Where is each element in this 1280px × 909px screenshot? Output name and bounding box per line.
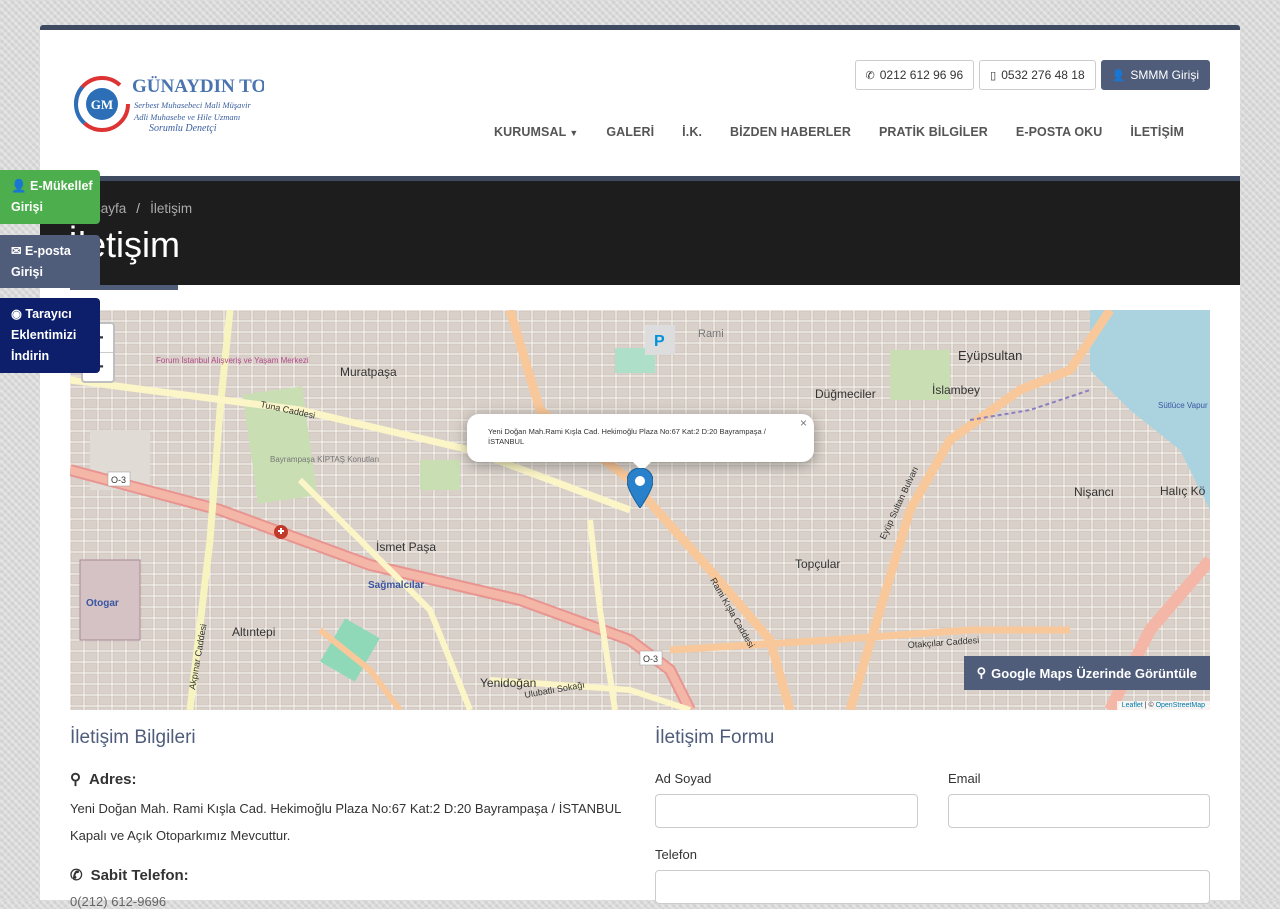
map-label-sagmalcilar: Sağmalcılar (368, 580, 424, 591)
envelope-icon: ✉ (11, 244, 25, 258)
logo-graphic: GM GÜNAYDIN TOPÇU Serbest Muhasebeci Mal… (74, 76, 264, 134)
map-label-sutluce: Sütlüce Vapur İskelesi (1158, 401, 1210, 410)
phone-input[interactable] (655, 870, 1210, 904)
email-field-label: Email (948, 771, 981, 786)
map-label-halic: Halıç Kö (1160, 484, 1206, 498)
emukellef-login-tab[interactable]: 👤 E-Mükellef Girişi (0, 170, 100, 224)
logo-line-1: Serbest Muhasebeci Mali Müşavir (134, 100, 252, 110)
map-label-o3-west: O-3 (111, 475, 126, 485)
phone-small-icon: ✆ (70, 867, 83, 884)
phone-landline-label: 0212 612 96 96 (879, 68, 964, 82)
nav-item-ik[interactable]: İ.K. (668, 125, 716, 139)
map-marker-small-icon: ⚲ (70, 771, 81, 788)
phone-mobile-button[interactable]: ▯ 0532 276 48 18 (979, 60, 1096, 90)
contact-form-title: İletişim Formu (655, 727, 775, 748)
email-input[interactable] (948, 794, 1210, 828)
page-container: GM GÜNAYDIN TOPÇU Serbest Muhasebeci Mal… (40, 25, 1240, 909)
map-popup-close-button[interactable]: × (800, 417, 807, 429)
smmm-login-button[interactable]: 👤 SMMM Girişi (1100, 60, 1210, 90)
map-popup-text: Yeni Doğan Mah.Rami Kışla Cad. Hekimoğlu… (488, 427, 766, 446)
user-icon: 👤 (11, 179, 31, 193)
phone-field-label: Telefon (655, 847, 697, 862)
smmm-login-label: SMMM Girişi (1130, 68, 1199, 82)
nav-item-kurumsal[interactable]: KURUMSAL ▼ (480, 125, 592, 139)
map-marker-icon[interactable] (626, 467, 654, 513)
name-input[interactable] (655, 794, 918, 828)
address-text: Yeni Doğan Mah. Rami Kışla Cad. Hekimoğl… (70, 801, 622, 816)
map-label-nisanci: Nişancı (1074, 485, 1114, 499)
user-icon: 👤 (1111, 69, 1126, 82)
osm-link[interactable]: OpenStreetMap (1156, 702, 1205, 709)
location-map[interactable]: Eyüpsultan Muratpaşa Düğmeciler İslambey… (70, 310, 1210, 710)
contact-info-title: İletişim Bilgileri (70, 727, 196, 748)
map-attribution: Leaflet | © OpenStreetMap (1116, 701, 1210, 710)
caret-down-icon: ▼ (569, 128, 579, 138)
map-label-ismet-pasa: İsmet Paşa (376, 540, 436, 554)
page-title-band: Anasayfa/İletişim İletişim (40, 176, 1240, 290)
map-pin-icon: ⚲ (976, 665, 987, 680)
map-label-o3-south: O-3 (643, 654, 658, 664)
nav-item-iletisim[interactable]: İLETİŞİM (1116, 125, 1198, 139)
mobile-phone-icon: ▯ (990, 69, 997, 82)
logo-title: GÜNAYDIN TOPÇU (132, 76, 264, 97)
landline-value: 0(212) 612-9696 (70, 894, 167, 909)
name-field-label: Ad Soyad (655, 771, 712, 786)
map-label-eyupsultan: Eyüpsultan (958, 348, 1022, 363)
address-label: ⚲ Adres: (70, 770, 137, 789)
nav-item-eposta-oku[interactable]: E-POSTA OKU (1002, 125, 1117, 139)
parking-note: Kapalı ve Açık Otoparkımız Mevcuttur. (70, 828, 291, 843)
phone-mobile-label: 0532 276 48 18 (1001, 68, 1085, 82)
landline-label: ✆ Sabit Telefon: (70, 866, 189, 885)
map-label-altintepi: Altıntepi (232, 625, 275, 639)
map-label-parking: P (654, 333, 665, 350)
map-label-forum-istanbul: Forum İstanbul Alışveriş ve Yaşam Merkez… (156, 356, 309, 365)
phone-icon: ✆ (865, 69, 875, 82)
breadcrumb-current: İletişim (150, 201, 193, 216)
main-nav: KURUMSAL ▼ GALERİ İ.K. BİZDEN HABERLER PR… (480, 125, 1198, 139)
nav-item-galeri[interactable]: GALERİ (592, 125, 668, 139)
eposta-login-tab[interactable]: ✉ E-posta Girişi (0, 235, 100, 288)
map-label-otogar: Otogar (86, 598, 119, 609)
leaflet-link[interactable]: Leaflet (1122, 702, 1143, 709)
site-logo[interactable]: GM GÜNAYDIN TOPÇU Serbest Muhasebeci Mal… (72, 70, 264, 138)
map-label-rami: Rami (698, 328, 724, 340)
map-label-topcular: Topçular (795, 557, 840, 571)
google-maps-button[interactable]: ⚲ Google Maps Üzerinde Görüntüle (963, 656, 1210, 690)
map-popup: Yeni Doğan Mah.Rami Kışla Cad. Hekimoğlu… (467, 414, 814, 471)
map-label-kiptas: Bayrampaşa KİPTAŞ Konutları (270, 455, 379, 464)
phone-landline-button[interactable]: ✆ 0212 612 96 96 (854, 60, 975, 90)
map-label-yenidogan: Yenidoğan (480, 676, 536, 690)
map-label-dugmeciler: Düğmeciler (815, 387, 876, 401)
browser-extension-tab[interactable]: ◉ Tarayıcı Eklentimizi İndirin (0, 298, 100, 373)
chrome-icon: ◉ (11, 307, 26, 321)
map-label-muratpasa: Muratpaşa (340, 365, 397, 379)
logo-line-3: Sorumlu Denetçi (149, 123, 217, 134)
google-maps-button-label: Google Maps Üzerinde Görüntüle (991, 665, 1197, 681)
logo-monogram: GM (91, 97, 113, 112)
nav-item-pratik-bilgiler[interactable]: PRATİK BİLGİLER (865, 125, 1002, 139)
logo-line-2: Adli Muhasebe ve Hile Uzmanı (133, 112, 240, 122)
nav-item-bizden-haberler[interactable]: BİZDEN HABERLER (716, 125, 865, 139)
map-label-islambey: İslambey (932, 383, 980, 397)
header-contact-buttons: ✆ 0212 612 96 96 ▯ 0532 276 48 18 👤 SMMM… (854, 60, 1210, 90)
